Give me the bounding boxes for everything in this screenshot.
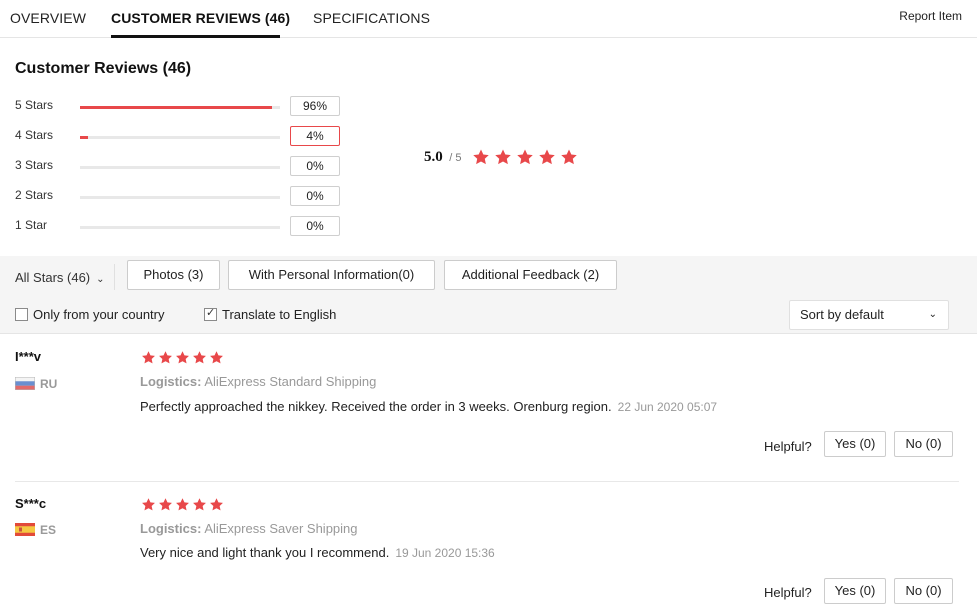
- star-filled-icon: [517, 149, 533, 165]
- helpful-yes-button[interactable]: Yes (0): [824, 431, 886, 457]
- review-text: Very nice and light thank you I recommen…: [140, 545, 390, 560]
- all-stars-dropdown[interactable]: All Stars (46) ⌄: [15, 270, 105, 285]
- rating-row-3[interactable]: 3 Stars 0%: [15, 156, 345, 176]
- photos-filter-button[interactable]: Photos (3): [127, 260, 220, 290]
- reviewer-name: I***v: [15, 349, 42, 364]
- logistics-label: Logistics:: [140, 521, 202, 536]
- spain-flag-icon: [15, 523, 35, 536]
- section-title: Customer Reviews (46): [15, 60, 192, 77]
- rating-percent: 0%: [290, 156, 340, 176]
- star-filled-icon: [176, 498, 189, 511]
- logistics-info: Logistics: AliExpress Standard Shipping: [140, 374, 376, 389]
- logistics-label: Logistics:: [140, 374, 202, 389]
- review-stars: [141, 350, 224, 368]
- chevron-down-icon: ⌄: [96, 274, 105, 285]
- overall-stars: [472, 148, 578, 166]
- sort-label: Sort by default: [800, 307, 884, 322]
- rating-row-1[interactable]: 1 Star 0%: [15, 216, 345, 236]
- star-filled-icon: [159, 351, 172, 364]
- rating-row-4[interactable]: 4 Stars 4%: [15, 126, 345, 146]
- sort-dropdown[interactable]: Sort by default ⌄: [789, 300, 949, 330]
- filter-divider: [114, 264, 115, 290]
- helpful-yes-button[interactable]: Yes (0): [824, 578, 886, 604]
- rating-row-label: 5 Stars: [15, 98, 54, 112]
- chevron-down-icon: ⌄: [928, 309, 937, 320]
- overall-rating: 5.0 / 5: [424, 148, 461, 166]
- review-stars: [141, 497, 224, 515]
- helpful-label: Helpful?: [764, 439, 812, 454]
- helpful-no-button[interactable]: No (0): [894, 431, 953, 457]
- rating-percent: 0%: [290, 216, 340, 236]
- star-filled-icon: [210, 351, 223, 364]
- star-filled-icon: [193, 498, 206, 511]
- rating-percent: 4%: [290, 126, 340, 146]
- translate-checkbox[interactable]: Translate to English: [204, 306, 337, 322]
- rating-bar-track: [80, 106, 280, 109]
- star-filled-icon: [193, 351, 206, 364]
- star-filled-icon: [561, 149, 577, 165]
- russia-flag-icon: [15, 377, 35, 390]
- report-item-link[interactable]: Report Item: [899, 9, 962, 23]
- rating-row-label: 4 Stars: [15, 128, 54, 142]
- helpful-no-button[interactable]: No (0): [894, 578, 953, 604]
- rating-bar-track: [80, 136, 280, 139]
- star-filled-icon: [176, 351, 189, 364]
- rating-bar-fill: [80, 136, 88, 139]
- star-filled-icon: [142, 498, 155, 511]
- star-filled-icon: [142, 351, 155, 364]
- rating-bar-fill: [80, 106, 272, 109]
- review-date: 22 Jun 2020 05:07: [617, 400, 718, 414]
- tab-specifications[interactable]: SPECIFICATIONS: [313, 10, 430, 26]
- checkbox-box[interactable]: [15, 308, 28, 321]
- checkbox-box-checked[interactable]: [204, 306, 217, 321]
- tab-overview[interactable]: OVERVIEW: [10, 10, 86, 26]
- rating-bar-track: [80, 166, 280, 169]
- filter-bar: All Stars (46) ⌄ Photos (3) With Personal…: [0, 256, 977, 334]
- review-date: 19 Jun 2020 15:36: [395, 546, 495, 560]
- overall-score: 5.0: [424, 149, 443, 165]
- rating-row-label: 1 Star: [15, 218, 48, 232]
- rating-row-label: 2 Stars: [15, 188, 54, 202]
- personal-info-filter-button[interactable]: With Personal Information(0): [228, 260, 435, 290]
- star-filled-icon: [473, 149, 489, 165]
- rating-percent: 96%: [290, 96, 340, 116]
- rating-row-label: 3 Stars: [15, 158, 54, 172]
- helpful-label: Helpful?: [764, 585, 812, 600]
- review-text: Perfectly approached the nikkey. Receive…: [140, 399, 612, 414]
- logistics-value: AliExpress Saver Shipping: [204, 521, 358, 536]
- logistics-info: Logistics: AliExpress Saver Shipping: [140, 521, 358, 536]
- review-text-line: Very nice and light thank you I recommen…: [140, 545, 495, 560]
- star-filled-icon: [495, 149, 511, 165]
- rating-row-2[interactable]: 2 Stars 0%: [15, 186, 345, 206]
- translate-label: Translate to English: [222, 307, 337, 322]
- additional-feedback-filter-button[interactable]: Additional Feedback (2): [444, 260, 617, 290]
- tab-bar: OVERVIEW CUSTOMER REVIEWS (46) SPECIFICA…: [0, 0, 977, 38]
- overall-max: / 5: [449, 152, 462, 164]
- only-country-checkbox[interactable]: Only from your country: [15, 307, 165, 322]
- all-stars-label: All Stars (46): [15, 270, 91, 285]
- review-divider: [15, 481, 959, 482]
- star-filled-icon: [210, 498, 223, 511]
- rating-row-5[interactable]: 5 Stars 96%: [15, 96, 345, 116]
- star-filled-icon: [159, 498, 172, 511]
- star-filled-icon: [539, 149, 555, 165]
- only-country-label: Only from your country: [33, 307, 165, 322]
- reviewer-country: RU: [40, 377, 58, 391]
- reviewer-country: ES: [40, 523, 57, 537]
- active-tab-underline: [111, 35, 280, 38]
- tab-customer-reviews[interactable]: CUSTOMER REVIEWS (46): [111, 10, 290, 26]
- rating-percent: 0%: [290, 186, 340, 206]
- reviewer-name: S***c: [15, 496, 47, 511]
- review-text-line: Perfectly approached the nikkey. Receive…: [140, 399, 717, 414]
- logistics-value: AliExpress Standard Shipping: [204, 374, 377, 389]
- rating-bar-track: [80, 226, 280, 229]
- rating-bar-track: [80, 196, 280, 199]
